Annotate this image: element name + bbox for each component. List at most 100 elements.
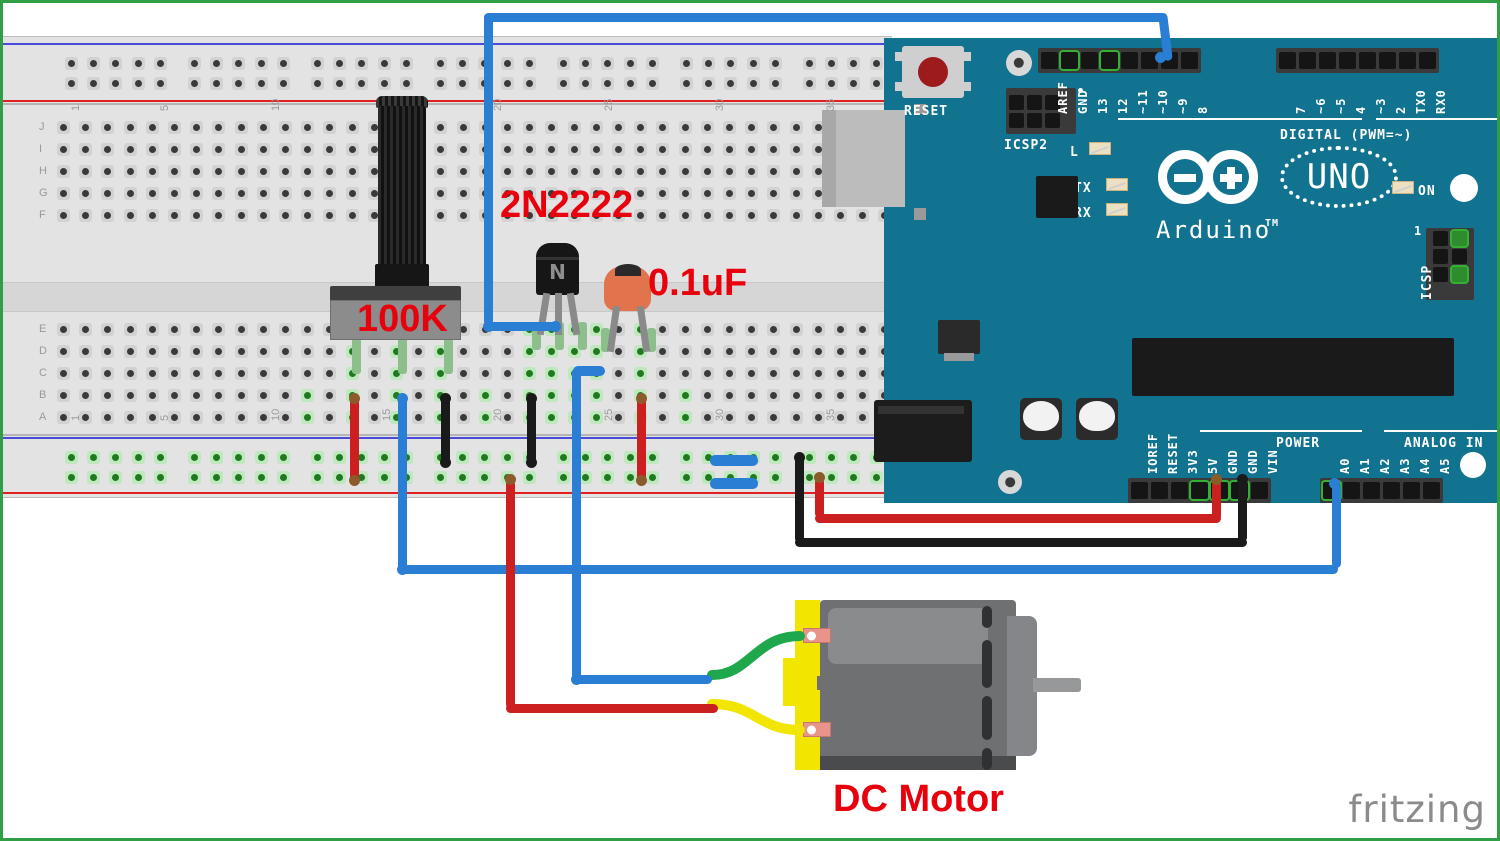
breadboard-hole[interactable] <box>723 389 736 402</box>
breadboard-hole[interactable] <box>478 367 492 380</box>
breadboard-rail-hole[interactable] <box>500 57 514 70</box>
breadboard-rail-hole[interactable] <box>623 57 637 70</box>
breadboard-rail-hole[interactable] <box>601 57 615 70</box>
rail-jumper-blue-2[interactable] <box>710 478 758 489</box>
pin-aref[interactable] <box>1041 52 1058 69</box>
breadboard-hole[interactable] <box>256 165 270 178</box>
breadboard-rail-hole[interactable] <box>869 57 883 70</box>
pin-rx0[interactable] <box>1419 52 1436 69</box>
breadboard-hole[interactable] <box>101 165 115 178</box>
breadboard-hole[interactable] <box>767 209 781 222</box>
breadboard-rail-hole[interactable] <box>579 57 593 70</box>
breadboard-hole[interactable] <box>212 187 226 200</box>
breadboard-rail-hole[interactable] <box>434 471 447 484</box>
breadboard-rail-hole[interactable] <box>276 57 290 70</box>
breadboard-hole[interactable] <box>79 323 93 336</box>
breadboard-hole[interactable] <box>723 345 736 358</box>
breadboard-hole[interactable] <box>789 143 803 156</box>
breadboard-hole[interactable] <box>57 411 70 424</box>
breadboard-rail-hole[interactable] <box>311 77 324 90</box>
breadboard-hole[interactable] <box>745 165 759 178</box>
breadboard-rail-hole[interactable] <box>87 77 101 90</box>
breadboard-hole[interactable] <box>501 389 514 402</box>
pin-12[interactable] <box>1101 52 1118 69</box>
breadboard-hole[interactable] <box>678 367 692 380</box>
breadboard-hole[interactable] <box>767 187 781 200</box>
pin-ioref[interactable] <box>1131 482 1148 499</box>
pin-reset[interactable] <box>1151 482 1168 499</box>
breadboard-hole[interactable] <box>301 187 315 200</box>
breadboard-hole[interactable] <box>700 389 714 402</box>
digital-header-left[interactable] <box>1038 48 1201 73</box>
breadboard-hole[interactable] <box>856 411 870 424</box>
wire-motor-red-drop[interactable] <box>506 480 515 709</box>
breadboard-hole[interactable] <box>678 209 692 222</box>
breadboard-rail-hole[interactable] <box>680 77 693 90</box>
breadboard-hole[interactable] <box>123 165 137 178</box>
pin-5v[interactable] <box>1191 482 1208 499</box>
breadboard-hole[interactable] <box>700 187 714 200</box>
wire-pin12-breadboard-run[interactable] <box>484 322 556 331</box>
breadboard-rail-hole[interactable] <box>377 57 391 70</box>
breadboard-hole[interactable] <box>811 345 825 358</box>
breadboard-rail-hole[interactable] <box>680 451 693 464</box>
breadboard-hole[interactable] <box>57 187 70 200</box>
breadboard-rail-hole[interactable] <box>311 471 324 484</box>
breadboard-rail-hole[interactable] <box>254 471 268 484</box>
breadboard-hole[interactable] <box>145 367 159 380</box>
breadboard-hole[interactable] <box>789 345 803 358</box>
breadboard-hole[interactable] <box>234 187 248 200</box>
breadboard-rail-hole[interactable] <box>825 57 839 70</box>
breadboard-hole[interactable] <box>323 411 337 424</box>
breadboard-hole[interactable] <box>57 121 70 134</box>
breadboard-rail-hole[interactable] <box>311 451 324 464</box>
breadboard-hole[interactable] <box>168 209 181 222</box>
breadboard-hole[interactable] <box>723 323 736 336</box>
breadboard-hole[interactable] <box>456 411 470 424</box>
breadboard-hole[interactable] <box>79 165 93 178</box>
breadboard-rail-hole[interactable] <box>65 471 78 484</box>
breadboard-hole[interactable] <box>101 389 115 402</box>
breadboard-hole[interactable] <box>79 143 93 156</box>
breadboard-hole[interactable] <box>811 389 825 402</box>
pot-shaft[interactable] <box>378 106 426 274</box>
breadboard-hole[interactable] <box>256 367 270 380</box>
breadboard-rail-hole[interactable] <box>377 77 391 90</box>
breadboard-rail-hole[interactable] <box>109 77 123 90</box>
breadboard-hole[interactable] <box>101 323 115 336</box>
breadboard-rail-hole[interactable] <box>153 77 167 90</box>
breadboard-hole[interactable] <box>856 209 870 222</box>
breadboard-hole[interactable] <box>589 411 603 424</box>
breadboard-hole[interactable] <box>612 367 625 380</box>
breadboard-hole[interactable] <box>234 143 248 156</box>
breadboard-rail-hole[interactable] <box>131 471 145 484</box>
breadboard-hole[interactable] <box>612 121 625 134</box>
breadboard-rail-hole[interactable] <box>399 57 413 70</box>
breadboard-hole[interactable] <box>501 165 514 178</box>
pin-a2[interactable] <box>1363 482 1380 499</box>
breadboard-rail-hole[interactable] <box>456 471 470 484</box>
pin-5[interactable] <box>1319 52 1336 69</box>
breadboard-hole[interactable] <box>256 323 270 336</box>
breadboard-hole[interactable] <box>478 345 492 358</box>
breadboard-hole[interactable] <box>212 143 226 156</box>
breadboard-hole[interactable] <box>656 209 670 222</box>
breadboard-hole[interactable] <box>767 121 781 134</box>
breadboard-rail-hole[interactable] <box>276 77 290 90</box>
breadboard-rail-hole[interactable] <box>557 77 570 90</box>
breadboard-hole[interactable] <box>101 187 115 200</box>
breadboard-rail-hole[interactable] <box>153 451 167 464</box>
breadboard-hole[interactable] <box>123 367 137 380</box>
breadboard-hole[interactable] <box>123 323 137 336</box>
breadboard-hole[interactable] <box>234 367 248 380</box>
breadboard-hole[interactable] <box>656 187 670 200</box>
breadboard-hole[interactable] <box>367 411 381 424</box>
breadboard-hole[interactable] <box>256 389 270 402</box>
breadboard-hole[interactable] <box>123 143 137 156</box>
breadboard-hole[interactable] <box>123 187 137 200</box>
breadboard-hole[interactable] <box>234 345 248 358</box>
breadboard-hole[interactable] <box>789 209 803 222</box>
rail-jumper-blue-1[interactable] <box>710 455 758 466</box>
breadboard-hole[interactable] <box>834 367 847 380</box>
breadboard-hole[interactable] <box>212 411 226 424</box>
